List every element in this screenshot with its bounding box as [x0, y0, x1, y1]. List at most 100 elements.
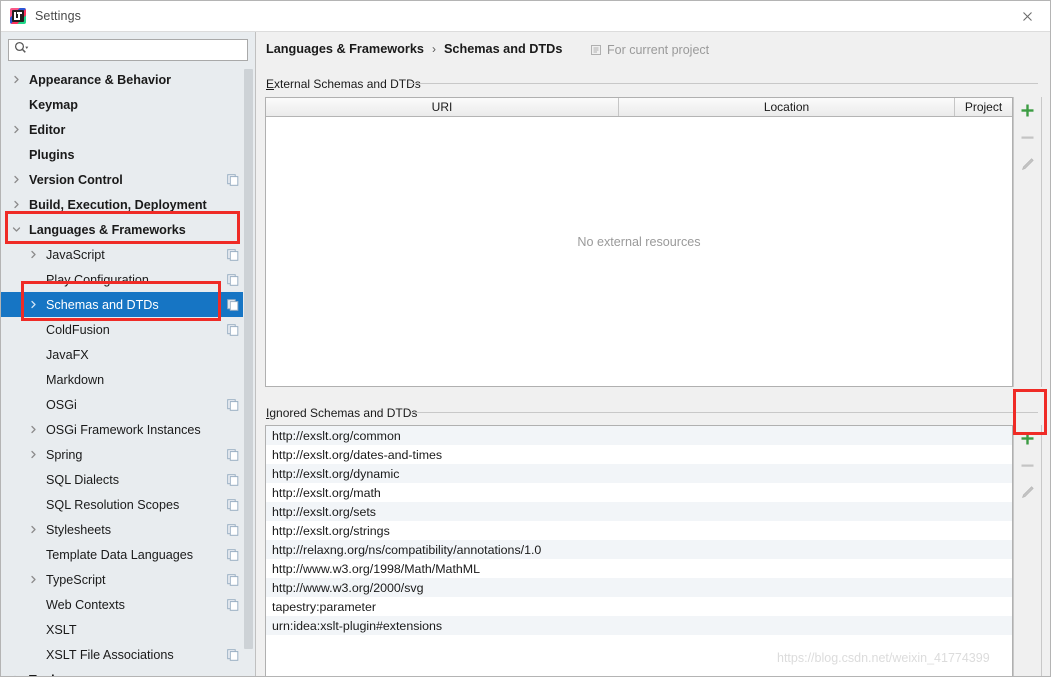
copy-settings-icon[interactable] [227, 573, 239, 586]
pencil-icon [1022, 486, 1034, 498]
ignored-add-button[interactable] [1013, 425, 1042, 452]
chevron-right-icon[interactable] [10, 673, 23, 676]
sidebar-item-plugins[interactable]: Plugins [1, 142, 255, 167]
column-header-uri[interactable]: URI [266, 98, 619, 116]
copy-settings-icon[interactable] [227, 498, 239, 511]
chevron-right-icon[interactable] [27, 448, 40, 461]
sidebar-item-typescript[interactable]: TypeScript [1, 567, 255, 592]
sidebar-item-appearance-behavior[interactable]: Appearance & Behavior [1, 67, 255, 92]
sidebar-item-play-configuration[interactable]: Play Configuration [1, 267, 255, 292]
copy-settings-icon[interactable] [227, 448, 239, 461]
sidebar-item-schemas-and-dtds[interactable]: Schemas and DTDs [1, 292, 255, 317]
external-schemas-table[interactable]: URI Location Project No external resourc… [265, 97, 1013, 387]
chevron-right-icon[interactable] [10, 73, 23, 86]
sidebar-item-languages-frameworks[interactable]: Languages & Frameworks [1, 217, 255, 242]
plus-icon [1021, 432, 1034, 445]
sidebar-item-label: Play Configuration [46, 272, 149, 287]
search-container [1, 32, 255, 67]
breadcrumb-parent[interactable]: Languages & Frameworks [266, 42, 424, 56]
copy-settings-icon[interactable] [227, 248, 239, 261]
chevron-right-icon[interactable] [27, 573, 40, 586]
chevron-right-icon[interactable] [27, 298, 40, 311]
ignored-list-item[interactable]: urn:idea:xslt-plugin#extensions [266, 616, 1012, 635]
copy-settings-icon[interactable] [227, 473, 239, 486]
sidebar-item-stylesheets[interactable]: Stylesheets [1, 517, 255, 542]
search-box[interactable] [8, 39, 248, 61]
sidebar-item-label: Build, Execution, Deployment [29, 197, 207, 212]
copy-settings-icon[interactable] [227, 298, 239, 311]
ignored-list-item-label: http://exslt.org/sets [272, 504, 376, 519]
sidebar-item-label: Tools [29, 673, 62, 677]
ignored-list-item[interactable]: http://relaxng.org/ns/compatibility/anno… [266, 540, 1012, 559]
sidebar-scrollbar[interactable] [243, 67, 255, 676]
ignored-list-item[interactable]: http://exslt.org/strings [266, 521, 1012, 540]
ignored-list-item[interactable]: http://exslt.org/sets [266, 502, 1012, 521]
sidebar-item-xslt-file-associations[interactable]: XSLT File Associations [1, 642, 255, 667]
sidebar-item-editor[interactable]: Editor [1, 117, 255, 142]
copy-settings-icon[interactable] [227, 323, 239, 336]
external-table-header: URI Location Project [266, 98, 1012, 117]
chevron-right-icon[interactable] [27, 523, 40, 536]
chevron-right-icon[interactable] [10, 123, 23, 136]
external-group-label: xternal Schemas and DTDs [274, 77, 421, 91]
ignored-list-item[interactable]: http://exslt.org/dates-and-times [266, 445, 1012, 464]
external-add-button[interactable] [1013, 97, 1042, 124]
sidebar-item-markdown[interactable]: Markdown [1, 367, 255, 392]
ignored-edit-button[interactable] [1013, 479, 1042, 506]
sidebar-item-label: JavaScript [46, 247, 105, 262]
ignored-list-item[interactable]: http://www.w3.org/2000/svg [266, 578, 1012, 597]
copy-settings-icon[interactable] [227, 173, 239, 186]
close-button[interactable] [1005, 1, 1050, 31]
external-remove-button[interactable] [1013, 124, 1042, 151]
sidebar-item-spring[interactable]: Spring [1, 442, 255, 467]
sidebar-item-xslt[interactable]: XSLT [1, 617, 255, 642]
sidebar-item-coldfusion[interactable]: ColdFusion [1, 317, 255, 342]
ignored-list-item[interactable]: http://www.w3.org/1998/Math/MathML [266, 559, 1012, 578]
copy-settings-icon[interactable] [227, 398, 239, 411]
chevron-right-icon[interactable] [10, 198, 23, 211]
copy-settings-icon[interactable] [227, 523, 239, 536]
chevron-right-icon[interactable] [27, 248, 40, 261]
sidebar-item-label: ColdFusion [46, 322, 110, 337]
sidebar-item-sql-dialects[interactable]: SQL Dialects [1, 467, 255, 492]
sidebar-item-label: OSGi Framework Instances [46, 422, 201, 437]
ignored-list-item-label: tapestry:parameter [272, 599, 376, 614]
sidebar-item-javascript[interactable]: JavaScript [1, 242, 255, 267]
sidebar-item-keymap[interactable]: Keymap [1, 92, 255, 117]
chevron-right-icon[interactable] [10, 173, 23, 186]
sidebar-item-web-contexts[interactable]: Web Contexts [1, 592, 255, 617]
ignored-list-item[interactable]: tapestry:parameter [266, 597, 1012, 616]
sidebar-item-sql-resolution-scopes[interactable]: SQL Resolution Scopes [1, 492, 255, 517]
sidebar-item-build-execution-deployment[interactable]: Build, Execution, Deployment [1, 192, 255, 217]
copy-settings-icon[interactable] [227, 598, 239, 611]
ignored-list-item[interactable]: http://exslt.org/dynamic [266, 464, 1012, 483]
column-header-project[interactable]: Project [955, 98, 1012, 116]
sidebar-item-tools[interactable]: Tools [1, 667, 255, 677]
chevron-right-icon[interactable] [27, 423, 40, 436]
copy-settings-icon[interactable] [227, 648, 239, 661]
title-bar: Settings [1, 1, 1050, 32]
copy-settings-icon[interactable] [227, 548, 239, 561]
search-input[interactable] [31, 41, 247, 59]
column-header-location[interactable]: Location [619, 98, 955, 116]
ignored-list-item-label: http://www.w3.org/2000/svg [272, 580, 424, 595]
copy-settings-icon[interactable] [227, 273, 239, 286]
ignored-list-item[interactable]: http://exslt.org/math [266, 483, 1012, 502]
sidebar-item-template-data-languages[interactable]: Template Data Languages [1, 542, 255, 567]
sidebar-item-osgi[interactable]: OSGi [1, 392, 255, 417]
sidebar-item-label: SQL Resolution Scopes [46, 497, 180, 512]
ignored-schemas-list[interactable]: http://exslt.org/common http://exslt.org/… [265, 425, 1013, 676]
chevron-down-icon[interactable] [10, 223, 23, 236]
ignored-remove-button[interactable] [1013, 452, 1042, 479]
sidebar-item-version-control[interactable]: Version Control [1, 167, 255, 192]
sidebar-item-label: SQL Dialects [46, 472, 120, 487]
minus-icon [1021, 464, 1034, 467]
sidebar-item-osgi-framework-instances[interactable]: OSGi Framework Instances [1, 417, 255, 442]
external-table-toolbar [1013, 97, 1042, 387]
ignored-list-item[interactable]: http://exslt.org/common [266, 426, 1012, 445]
ignored-group-rule [411, 412, 1038, 413]
settings-tree[interactable]: Appearance & Behavior Keymap Editor Plugins… [1, 67, 255, 677]
sidebar-item-javafx[interactable]: JavaFX [1, 342, 255, 367]
sidebar-scrollbar-thumb[interactable] [244, 69, 253, 649]
external-edit-button[interactable] [1013, 151, 1042, 178]
